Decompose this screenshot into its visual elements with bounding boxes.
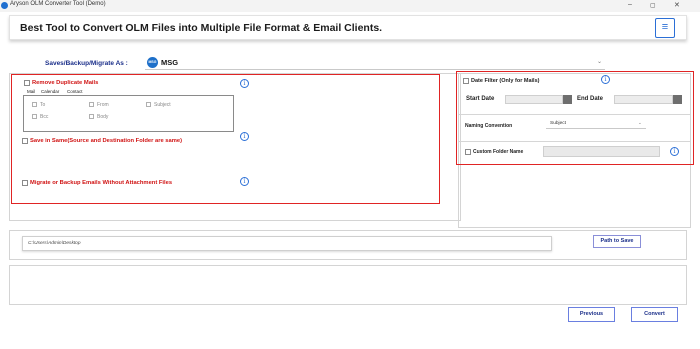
save-in-same-info-icon[interactable]: i	[240, 132, 249, 141]
start-date-field[interactable]	[505, 95, 563, 104]
window-title: Aryson OLM Converter Tool (Demo)	[10, 1, 106, 7]
tab-calendar[interactable]: Calendar	[41, 89, 59, 94]
end-date-field[interactable]	[614, 95, 673, 104]
header-title: Best Tool to Convert OLM Files into Mult…	[20, 22, 383, 34]
field-bcc-checkbox[interactable]	[32, 114, 37, 119]
field-to-label: To	[40, 102, 46, 108]
menu-icon[interactable]: ≡	[655, 18, 675, 38]
naming-convention-select[interactable]: Subject ⌄	[546, 120, 646, 129]
divider	[459, 114, 690, 115]
save-in-same-label: Save in Same(Source and Destination Fold…	[30, 138, 183, 144]
duplicate-fields-box	[23, 95, 234, 132]
msg-format-icon: MSG	[147, 57, 158, 68]
custom-folder-label: Custom Folder Name	[473, 149, 524, 155]
field-from-label: From	[97, 102, 109, 108]
minimize-icon[interactable]: –	[628, 1, 632, 8]
tab-contact[interactable]: Contact	[67, 89, 83, 94]
field-to-checkbox[interactable]	[32, 102, 37, 107]
save-in-same-checkbox[interactable]	[22, 138, 28, 144]
app-header: Best Tool to Convert OLM Files into Mult…	[9, 15, 687, 40]
path-to-save-button[interactable]: Path to Save	[593, 235, 641, 248]
format-selected-value: MSG	[161, 58, 179, 67]
app-icon	[1, 2, 8, 9]
tab-mail[interactable]: Mail	[27, 89, 35, 94]
remove-duplicates-label: Remove Duplicate Mails	[32, 80, 99, 86]
field-bcc-label: Bcc	[40, 114, 49, 120]
convert-button[interactable]: Convert	[631, 307, 678, 322]
date-filter-info-icon[interactable]: i	[601, 75, 610, 84]
without-attachment-info-icon[interactable]: i	[240, 177, 249, 186]
maximize-icon[interactable]: ▢	[650, 2, 656, 9]
save-path-input[interactable]: C:\Users\Admin\Desktop	[22, 236, 552, 251]
end-date-label: End Date	[577, 96, 604, 102]
date-filter-checkbox[interactable]	[463, 78, 469, 84]
custom-folder-checkbox[interactable]	[465, 149, 471, 155]
chevron-down-icon[interactable]: ⌄	[597, 58, 602, 65]
chevron-down-icon[interactable]: ⌄	[638, 120, 642, 126]
custom-folder-info-icon[interactable]: i	[670, 147, 679, 156]
naming-convention-label: Naming Convention	[465, 123, 513, 129]
divider	[459, 141, 690, 142]
custom-folder-input[interactable]	[543, 146, 660, 157]
log-area	[9, 265, 687, 305]
field-body-checkbox[interactable]	[89, 114, 94, 119]
without-attachment-label: Migrate or Backup Emails Without Attachm…	[30, 180, 173, 186]
field-subject-label: Subject	[154, 102, 171, 108]
date-filter-label: Date Filter (Only for Mails)	[471, 78, 540, 84]
naming-convention-value: Subject	[550, 121, 566, 126]
start-date-label: Start Date	[466, 96, 495, 102]
format-select[interactable]: MSG MSG ⌄	[145, 56, 605, 70]
without-attachment-checkbox[interactable]	[22, 180, 28, 186]
field-from-checkbox[interactable]	[89, 102, 94, 107]
end-date-calendar-icon[interactable]	[673, 95, 682, 104]
remove-duplicates-info-icon[interactable]: i	[240, 79, 249, 88]
saves-label: Saves/Backup/Migrate As :	[45, 60, 128, 67]
start-date-calendar-icon[interactable]	[563, 95, 572, 104]
previous-button[interactable]: Previous	[568, 307, 615, 322]
remove-duplicates-checkbox[interactable]	[24, 80, 30, 86]
save-path-value: C:\Users\Admin\Desktop	[28, 241, 81, 246]
close-icon[interactable]: ✕	[674, 1, 680, 9]
field-body-label: Body	[97, 114, 109, 120]
field-subject-checkbox[interactable]	[146, 102, 151, 107]
